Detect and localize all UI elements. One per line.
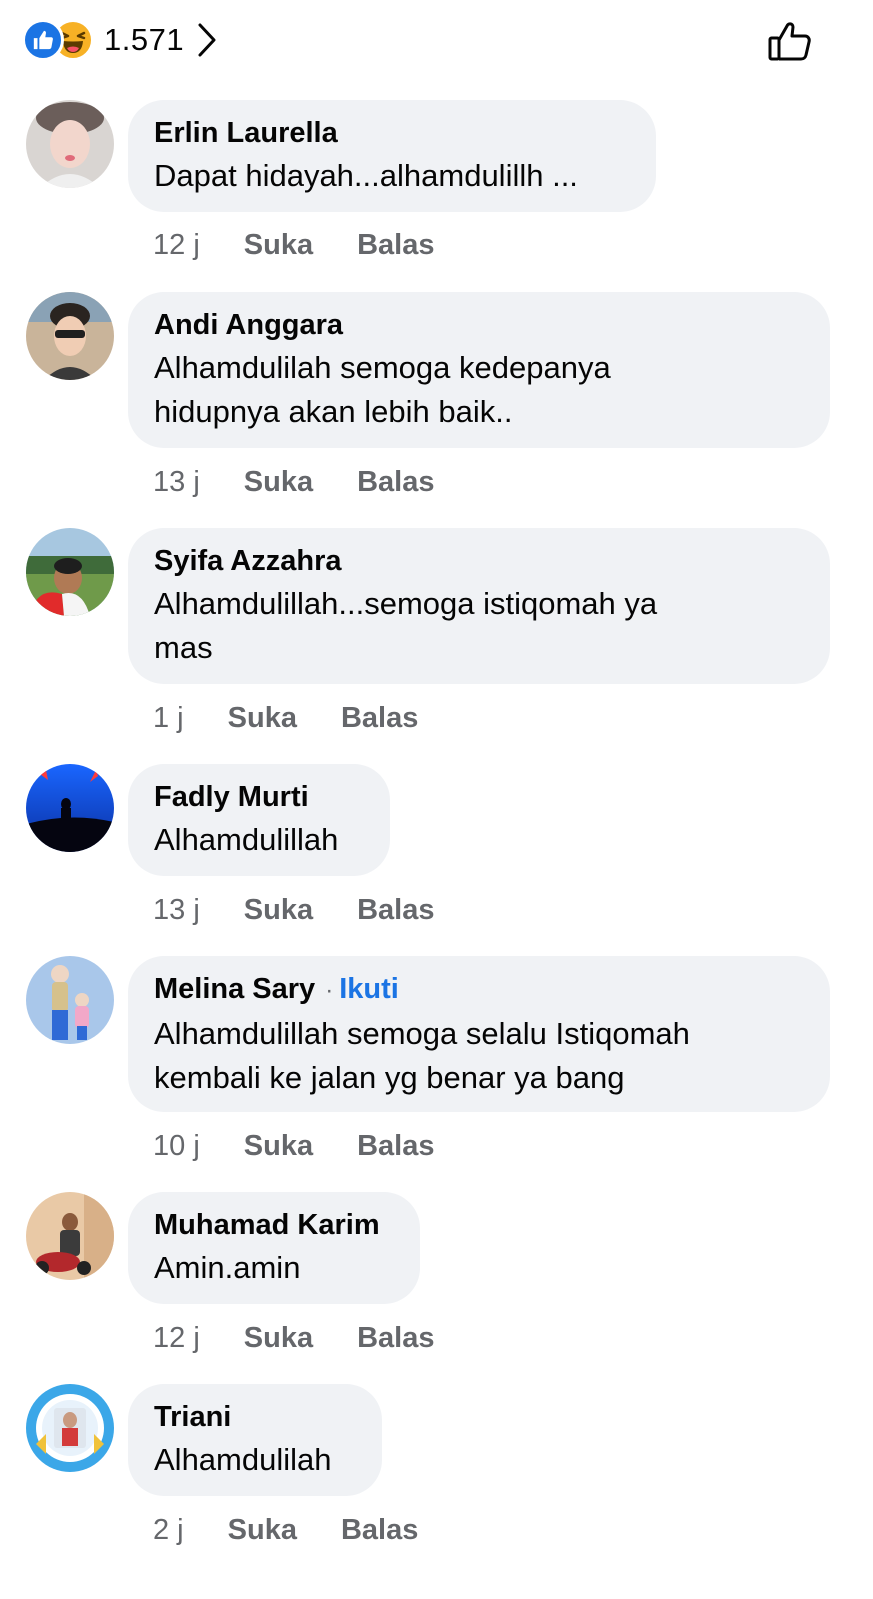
avatar[interactable] <box>26 764 114 852</box>
comment-actions: 12 j Suka Balas <box>153 1320 434 1356</box>
comment-author[interactable]: Triani <box>154 1399 231 1435</box>
comment-time[interactable]: 1 j <box>153 702 184 735</box>
comment-text: Alhamdulillah...semoga istiqomah ya mas <box>154 586 658 665</box>
comment-author[interactable]: Fadly Murti <box>154 779 309 815</box>
comment-time[interactable]: 10 j <box>153 1130 200 1163</box>
like-link[interactable]: Suka <box>244 466 313 499</box>
comment-author[interactable]: Muhamad Karim <box>154 1207 380 1243</box>
chevron-right-icon <box>196 22 218 58</box>
comment-time[interactable]: 12 j <box>153 229 200 262</box>
follow-link[interactable]: Ikuti <box>339 971 399 1007</box>
comment-text: Alhamdulilah semoga kedepanya hidupnya a… <box>154 350 611 429</box>
reply-link[interactable]: Balas <box>357 1130 434 1163</box>
comment-bubble: Triani Alhamdulilah <box>128 1384 382 1496</box>
like-link[interactable]: Suka <box>244 1322 313 1355</box>
like-icon <box>22 19 64 61</box>
comment-actions: 10 j Suka Balas <box>153 1128 434 1164</box>
reply-link[interactable]: Balas <box>357 1322 434 1355</box>
reactions-bar: 1.571 <box>0 0 873 80</box>
like-link[interactable]: Suka <box>228 702 297 735</box>
comment-text: Alhamdulilah <box>154 1442 332 1477</box>
avatar[interactable] <box>26 528 114 616</box>
avatar[interactable] <box>26 956 114 1044</box>
comment-author[interactable]: Erlin Laurella <box>154 115 338 151</box>
reply-link[interactable]: Balas <box>357 466 434 499</box>
comment-time[interactable]: 13 j <box>153 466 200 499</box>
comment-bubble: Erlin Laurella Dapat hidayah...alhamduli… <box>128 100 656 212</box>
reaction-count: 1.571 <box>104 22 185 57</box>
comment-time[interactable]: 13 j <box>153 894 200 927</box>
comment-bubble: Melina Sary · Ikuti Alhamdulillah semoga… <box>128 956 830 1112</box>
reactions-summary[interactable]: 1.571 <box>22 19 218 61</box>
like-link[interactable]: Suka <box>244 1130 313 1163</box>
comment-actions: 13 j Suka Balas <box>153 892 434 928</box>
comment-bubble: Muhamad Karim Amin.amin <box>128 1192 420 1304</box>
comment-time[interactable]: 2 j <box>153 1514 184 1547</box>
comment-bubble: Syifa Azzahra Alhamdulillah...semoga ist… <box>128 528 830 684</box>
reply-link[interactable]: Balas <box>357 894 434 927</box>
comment-bubble: Fadly Murti Alhamdulillah <box>128 764 390 876</box>
comment-text: Dapat hidayah...alhamdulillh ... <box>154 158 578 193</box>
comment-text: Amin.amin <box>154 1250 301 1285</box>
comment-text: Alhamdulillah <box>154 822 339 857</box>
reply-link[interactable]: Balas <box>341 1514 418 1547</box>
separator-dot: · <box>325 977 334 1004</box>
reply-link[interactable]: Balas <box>357 229 434 262</box>
comment-author[interactable]: Melina Sary <box>154 971 315 1007</box>
avatar[interactable] <box>26 100 114 188</box>
thumbs-up-outline-icon[interactable] <box>766 18 814 66</box>
comment-time[interactable]: 12 j <box>153 1322 200 1355</box>
comment-actions: 13 j Suka Balas <box>153 464 434 500</box>
comment-actions: 1 j Suka Balas <box>153 700 418 736</box>
avatar[interactable] <box>26 1384 114 1472</box>
like-link[interactable]: Suka <box>244 229 313 262</box>
comment-bubble: Andi Anggara Alhamdulilah semoga kedepan… <box>128 292 830 448</box>
like-link[interactable]: Suka <box>244 894 313 927</box>
like-link[interactable]: Suka <box>228 1514 297 1547</box>
comment-actions: 2 j Suka Balas <box>153 1512 418 1548</box>
comment-author[interactable]: Syifa Azzahra <box>154 543 342 579</box>
comment-text: Alhamdulillah semoga selalu Istiqomah ke… <box>154 1016 690 1095</box>
reply-link[interactable]: Balas <box>341 702 418 735</box>
comment-actions: 12 j Suka Balas <box>153 227 434 263</box>
avatar[interactable] <box>26 1192 114 1280</box>
comment-author[interactable]: Andi Anggara <box>154 307 343 343</box>
avatar[interactable] <box>26 292 114 380</box>
